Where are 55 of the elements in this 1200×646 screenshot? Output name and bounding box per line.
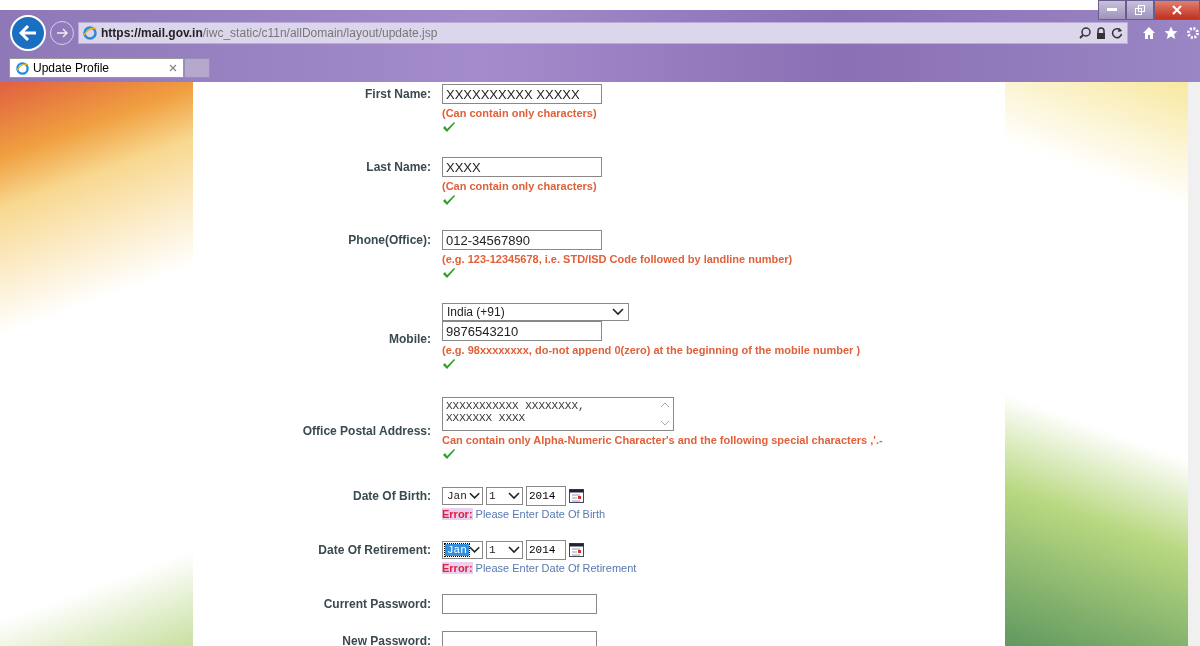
- field-label: Date Of Retirement:: [317, 542, 431, 557]
- year-field[interactable]: 2014: [526, 540, 566, 560]
- settings-icon[interactable]: [1186, 26, 1200, 40]
- close-button[interactable]: [1154, 0, 1200, 20]
- address-bar[interactable]: https://mail.gov.in/iwc_static/c11n/allDomain/layout/update.jsp: [78, 22, 1128, 44]
- field-hint: Can contain only Alpha-Numeric Character's and the following special characters ,'.-: [442, 434, 883, 446]
- day-dropdown[interactable]: 1: [486, 541, 523, 559]
- month-dropdown[interactable]: Jan: [442, 487, 483, 505]
- field-hint: (e.g. 98xxxxxxxx, do-not append 0(zero) at the beginning of the mobile number ): [442, 344, 861, 356]
- field-hint: (Can contain only characters): [442, 107, 597, 119]
- field-hint: (e.g. 123-12345678, i.e. STD/ISD Code followed by landline number): [442, 253, 793, 265]
- browser-logo-icon: [83, 26, 97, 40]
- close-icon: [1172, 5, 1182, 15]
- star-icon[interactable]: [1164, 26, 1178, 40]
- restore-icon: [1135, 5, 1145, 15]
- lock-icon: [1096, 27, 1106, 39]
- day-dropdown[interactable]: 1: [486, 487, 523, 505]
- text-field[interactable]: XXXX: [442, 157, 602, 177]
- minimize-button[interactable]: [1098, 0, 1126, 20]
- close-tab-icon[interactable]: [169, 64, 177, 72]
- error-label: Error:: [442, 508, 473, 520]
- browser-tab[interactable]: Update Profile: [9, 58, 184, 78]
- forward-arrow-icon: [56, 28, 68, 38]
- field-label: Last Name:: [365, 159, 431, 174]
- back-arrow-icon: [19, 25, 37, 41]
- text-field[interactable]: XXXXXXXXXX XXXXX: [442, 84, 602, 104]
- scrollbar-arrows-icon: [660, 400, 670, 428]
- scrollbar[interactable]: [1188, 82, 1200, 646]
- calendar-icon[interactable]: [569, 489, 584, 503]
- field-label: New Password:: [341, 633, 431, 646]
- search-icon[interactable]: [1079, 27, 1091, 39]
- restore-button[interactable]: [1126, 0, 1154, 20]
- field-label: Current Password:: [322, 596, 431, 611]
- minimize-icon: [1107, 8, 1117, 12]
- password-field[interactable]: [442, 631, 597, 646]
- field-label: Office Postal Address:: [301, 422, 431, 438]
- field-hint: (Can contain only characters): [442, 180, 597, 192]
- calendar-icon[interactable]: [569, 543, 584, 557]
- field-label: Date Of Birth:: [352, 488, 431, 503]
- field-label: Mobile:: [388, 330, 431, 346]
- browser-logo-icon: [16, 61, 29, 75]
- year-field[interactable]: 2014: [526, 486, 566, 506]
- error-message: Please Enter Date Of Birth: [475, 508, 606, 520]
- field-label: Phone(Office):: [347, 232, 431, 247]
- address-textarea[interactable]: XXXXXXXXXXX XXXXXXXX, XXXXXXX XXXX: [442, 397, 674, 431]
- back-button[interactable]: [10, 15, 46, 51]
- refresh-icon[interactable]: [1111, 27, 1123, 39]
- error-message: Please Enter Date Of Retirement: [475, 562, 637, 574]
- text-field[interactable]: 9876543210: [442, 321, 602, 341]
- field-label: First Name:: [363, 86, 431, 101]
- country-dropdown[interactable]: India (+91): [442, 303, 629, 321]
- text-field[interactable]: 012-34567890: [442, 230, 602, 250]
- home-icon[interactable]: [1142, 26, 1156, 40]
- password-field[interactable]: [442, 594, 597, 614]
- error-label: Error:: [442, 562, 473, 574]
